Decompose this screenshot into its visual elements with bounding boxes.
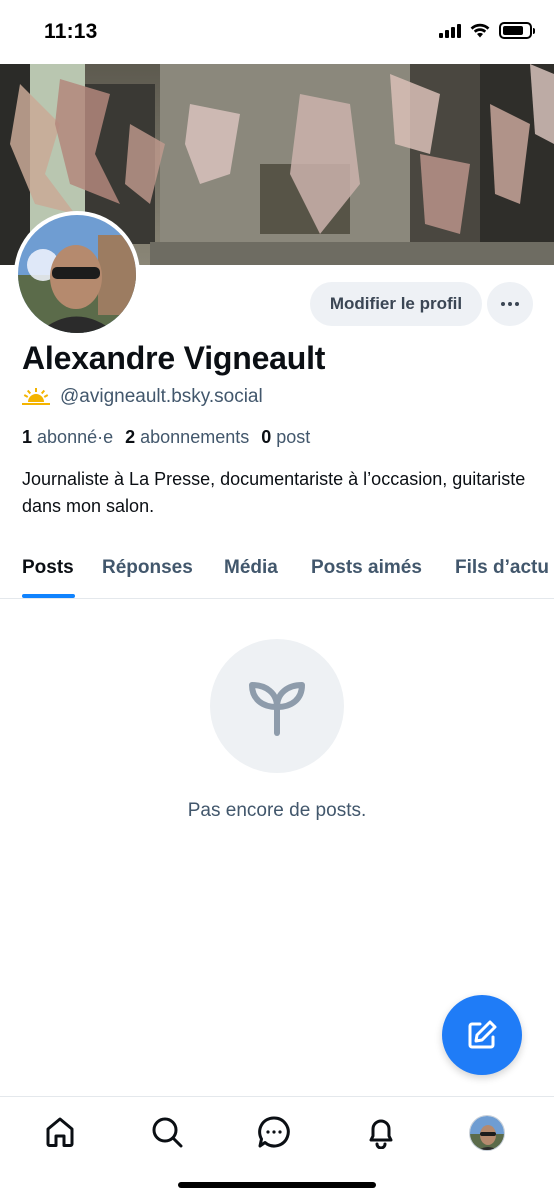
home-indicator <box>178 1182 376 1188</box>
edit-profile-button[interactable]: Modifier le profil <box>310 282 482 326</box>
profile-stats: 1 abonné·e 2 abonnements 0 post <box>22 427 310 448</box>
nav-home[interactable] <box>42 1114 78 1150</box>
display-name: Alexandre Vigneault <box>22 340 326 376</box>
followers-count: 1 <box>22 427 33 447</box>
seedling-icon <box>249 682 305 736</box>
chat-icon <box>258 1116 290 1148</box>
active-tab-indicator <box>22 594 75 598</box>
followers-link[interactable]: 1 abonné·e <box>22 427 113 448</box>
cellular-signal-icon <box>439 23 461 38</box>
search-icon <box>152 1117 183 1148</box>
status-icons <box>439 22 535 39</box>
wifi-icon <box>470 23 490 38</box>
profile-avatar[interactable] <box>14 211 140 337</box>
tab-media[interactable]: Média <box>224 557 278 579</box>
posts-label: post <box>276 427 311 447</box>
compose-button[interactable] <box>442 995 522 1075</box>
nav-search[interactable] <box>149 1114 185 1150</box>
status-bar: 11:13 <box>0 0 554 64</box>
empty-state-message: Pas encore de posts. <box>187 800 367 821</box>
empty-state-illustration <box>210 639 344 773</box>
nav-chat[interactable] <box>256 1114 292 1150</box>
ellipsis-icon[interactable] <box>487 282 533 326</box>
sunrise-icon <box>22 388 50 405</box>
handle-row: @avigneault.bsky.social <box>22 386 263 408</box>
following-link[interactable]: 2 abonnements <box>125 427 249 448</box>
posts-stat: 0 post <box>261 427 310 448</box>
status-time: 11:13 <box>44 20 98 43</box>
home-icon <box>46 1117 74 1147</box>
tab-feeds[interactable]: Fils d’actu <box>455 557 549 579</box>
bell-icon <box>369 1119 393 1149</box>
followers-label: abonné·e <box>37 427 114 447</box>
battery-icon <box>499 22 535 39</box>
tab-replies[interactable]: Réponses <box>102 557 193 579</box>
tab-posts[interactable]: Posts <box>22 557 74 579</box>
nav-profile-avatar[interactable] <box>469 1115 505 1151</box>
following-label: abonnements <box>140 427 250 447</box>
nav-notifications[interactable] <box>363 1114 399 1150</box>
following-count: 2 <box>125 427 136 447</box>
profile-bio: Journaliste à La Presse, documentariste … <box>22 469 526 516</box>
posts-count: 0 <box>261 427 272 447</box>
profile-tabs: Posts Réponses Média Posts aimés Fils d’… <box>0 547 554 599</box>
tab-likes[interactable]: Posts aimés <box>311 557 422 579</box>
compose-icon <box>468 1020 497 1049</box>
profile-handle: @avigneault.bsky.social <box>60 386 263 407</box>
